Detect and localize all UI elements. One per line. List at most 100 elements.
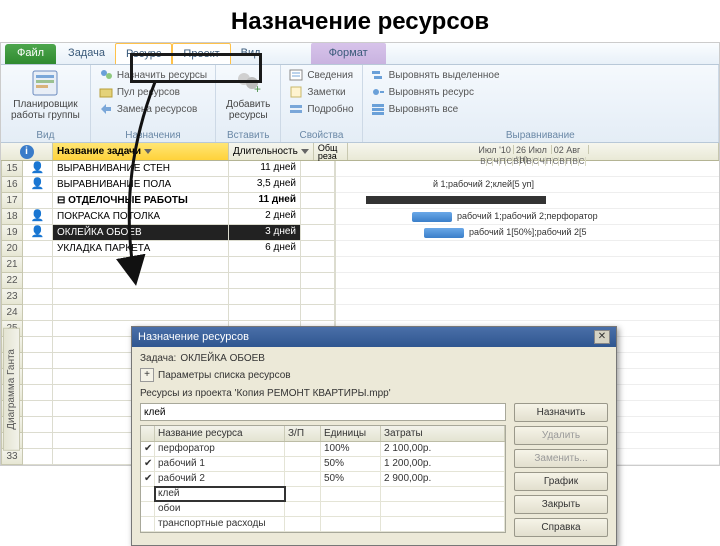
row-number[interactable]: 24 <box>1 305 23 321</box>
resource-row[interactable]: ✔перфоратор 100%2 100,00р. <box>141 442 505 457</box>
reserve-cell[interactable] <box>301 241 335 257</box>
units-cell[interactable] <box>321 502 381 516</box>
units-cell[interactable] <box>321 487 381 501</box>
close-dialog-button[interactable]: Закрыть <box>514 495 608 514</box>
info-button[interactable]: Сведения <box>287 67 355 83</box>
gantt-row[interactable]: рабочий 1[50%];рабочий 2[5 <box>336 225 719 241</box>
row-number[interactable]: 23 <box>1 289 23 305</box>
units-cell[interactable]: 50% <box>321 472 381 486</box>
cost-cell[interactable]: 1 200,00р. <box>381 457 505 471</box>
row-number[interactable]: 22 <box>1 273 23 289</box>
replace-button[interactable]: Заменить... <box>514 449 608 468</box>
task-name-cell[interactable]: УКЛАДКА ПАРКЕТА <box>53 241 229 257</box>
reserve-cell[interactable] <box>301 193 335 209</box>
row-number[interactable]: 18 <box>1 209 23 225</box>
task-name-cell[interactable] <box>53 305 229 321</box>
resource-name-cell[interactable]: рабочий 1 <box>155 457 285 471</box>
task-name-cell[interactable]: ВЫРАВНИВАНИЕ ПОЛА <box>53 177 229 193</box>
gantt-side-label[interactable]: Диаграмма Ганта <box>3 328 20 451</box>
row-number[interactable]: 21 <box>1 257 23 273</box>
col-rd[interactable]: З/П <box>285 426 321 441</box>
row-number[interactable]: 33 <box>1 449 23 465</box>
duration-cell[interactable]: 2 дней <box>229 209 301 225</box>
resource-row[interactable]: клей <box>141 487 505 502</box>
gantt-row[interactable]: й 1;рабочий 2;клей[5 уп] <box>336 177 719 193</box>
notes-button[interactable]: Заметки <box>287 84 355 100</box>
gantt-row[interactable]: рабочий 1;рабочий 2;перфоратор <box>336 209 719 225</box>
resource-search-input[interactable] <box>140 403 506 421</box>
check-cell[interactable]: ✔ <box>141 472 155 486</box>
resource-name-cell[interactable]: обои <box>155 502 285 516</box>
resource-row[interactable]: обои <box>141 502 505 517</box>
reserve-cell[interactable] <box>301 209 335 225</box>
replace-resources-button[interactable]: Замена ресурсов <box>97 101 209 117</box>
check-cell[interactable] <box>141 487 155 501</box>
resource-name-cell[interactable]: клей <box>155 487 285 501</box>
cost-cell[interactable]: 2 100,00р. <box>381 442 505 456</box>
col-cost[interactable]: Затраты <box>381 426 505 441</box>
resource-row[interactable]: ✔рабочий 150%1 200,00р. <box>141 457 505 472</box>
duration-cell[interactable] <box>229 273 301 289</box>
resource-name-cell[interactable]: перфоратор <box>155 442 285 456</box>
cost-cell[interactable] <box>381 502 505 516</box>
reserve-cell[interactable] <box>301 273 335 289</box>
rd-cell[interactable] <box>285 442 321 456</box>
assign-button[interactable]: Назначить <box>514 403 608 422</box>
gantt-row[interactable] <box>336 257 719 273</box>
rd-cell[interactable] <box>285 502 321 516</box>
row-number[interactable]: 15 <box>1 161 23 177</box>
gantt-row[interactable] <box>336 305 719 321</box>
reserve-column-header[interactable]: Общ реза <box>314 143 348 160</box>
duration-cell[interactable] <box>229 289 301 305</box>
reserve-cell[interactable] <box>301 177 335 193</box>
row-number[interactable]: 16 <box>1 177 23 193</box>
units-cell[interactable]: 100% <box>321 442 381 456</box>
duration-column-header[interactable]: Длительность <box>229 143 314 160</box>
task-name-cell[interactable]: ВЫРАВНИВАНИЕ СТЕН <box>53 161 229 177</box>
reserve-cell[interactable] <box>301 225 335 241</box>
duration-cell[interactable]: 3 дней <box>229 225 301 241</box>
check-cell[interactable]: ✔ <box>141 457 155 471</box>
task-name-cell[interactable]: ⊟ ОТДЕЛОЧНЫЕ РАБОТЫ <box>53 193 229 209</box>
reserve-cell[interactable] <box>301 305 335 321</box>
rd-cell[interactable] <box>285 487 321 501</box>
check-cell[interactable]: ✔ <box>141 442 155 456</box>
gantt-row[interactable] <box>336 193 719 209</box>
cost-cell[interactable] <box>381 487 505 501</box>
help-button[interactable]: Справка <box>514 518 608 537</box>
dialog-titlebar[interactable]: Назначение ресурсов ✕ <box>132 327 616 347</box>
tab-task[interactable]: Задача <box>58 43 115 64</box>
task-name-cell[interactable] <box>53 257 229 273</box>
info-column-header[interactable]: i <box>1 143 53 160</box>
task-name-cell[interactable]: ПОКРАСКА ПОТОЛКА <box>53 209 229 225</box>
row-number[interactable]: 20 <box>1 241 23 257</box>
duration-cell[interactable] <box>229 257 301 273</box>
check-cell[interactable] <box>141 517 155 531</box>
row-number[interactable]: 17 <box>1 193 23 209</box>
expand-button[interactable]: + <box>140 368 154 382</box>
resource-row[interactable]: ✔рабочий 250%2 900,00р. <box>141 472 505 487</box>
resource-row[interactable]: транспортные расходы <box>141 517 505 532</box>
reserve-cell[interactable] <box>301 257 335 273</box>
check-cell[interactable] <box>141 502 155 516</box>
task-name-cell[interactable]: ОКЛЕЙКА ОБОЕВ <box>53 225 229 241</box>
level-all-button[interactable]: Выровнять все <box>369 101 712 117</box>
tab-format[interactable]: Формат <box>311 43 386 64</box>
file-tab[interactable]: Файл <box>5 44 56 64</box>
reserve-cell[interactable] <box>301 161 335 177</box>
gantt-row[interactable] <box>336 273 719 289</box>
gantt-row[interactable] <box>336 241 719 257</box>
duration-cell[interactable]: 6 дней <box>229 241 301 257</box>
task-name-cell[interactable] <box>53 289 229 305</box>
remove-button[interactable]: Удалить <box>514 426 608 445</box>
gantt-row[interactable] <box>336 161 719 177</box>
resource-grid[interactable]: Название ресурса З/П Единицы Затраты ✔пе… <box>140 425 506 533</box>
close-button[interactable]: ✕ <box>594 330 610 344</box>
details-button[interactable]: Подробно <box>287 101 355 117</box>
reserve-cell[interactable] <box>301 289 335 305</box>
col-units[interactable]: Единицы <box>321 426 381 441</box>
duration-cell[interactable] <box>229 305 301 321</box>
rd-cell[interactable] <box>285 457 321 471</box>
duration-cell[interactable]: 11 дней <box>229 161 301 177</box>
col-name[interactable]: Название ресурса <box>155 426 285 441</box>
